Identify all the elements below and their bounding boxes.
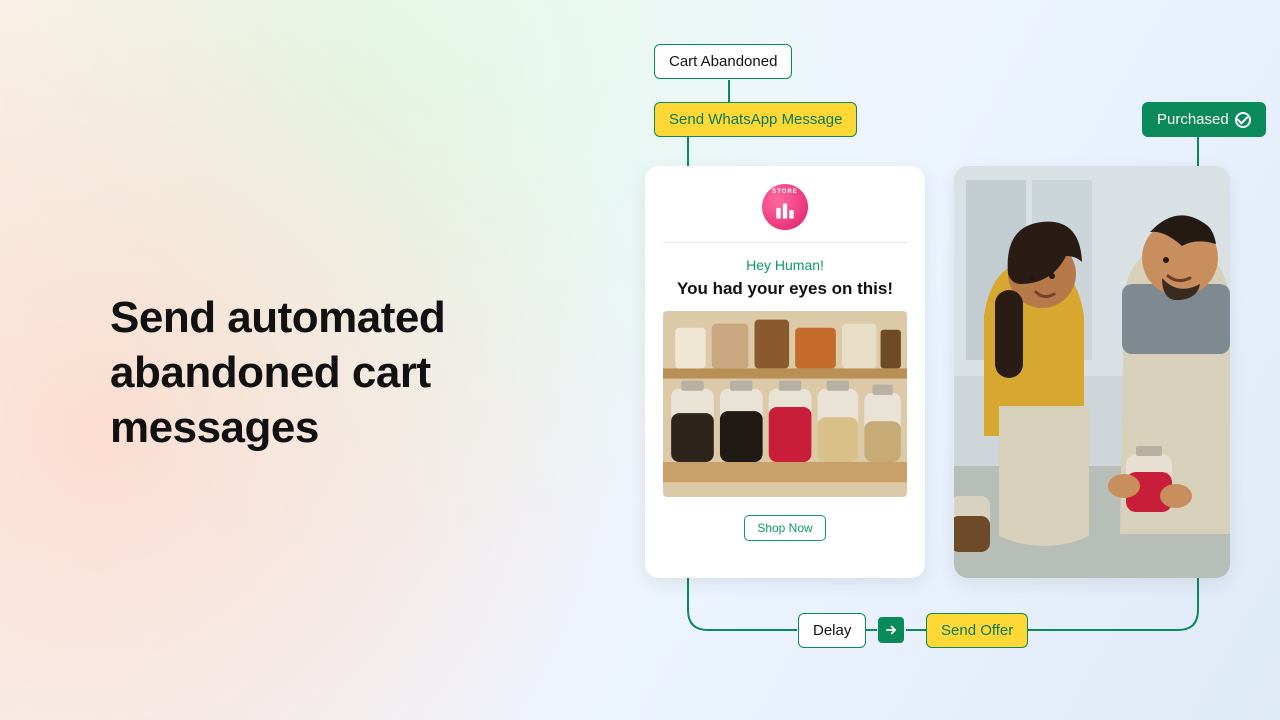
node-label: Delay [813, 622, 851, 639]
node-action-send-offer[interactable]: Send Offer [926, 613, 1028, 648]
store-logo-icon [762, 184, 808, 230]
divider [663, 242, 907, 243]
node-label: Send WhatsApp Message [669, 111, 842, 128]
customer-photo-card [954, 166, 1230, 578]
node-label: Cart Abandoned [669, 53, 777, 70]
node-delay[interactable]: Delay [798, 613, 866, 648]
node-result-purchased[interactable]: Purchased [1142, 102, 1266, 137]
subhead-text: You had your eyes on this! [677, 279, 893, 299]
headline: Send automated abandoned cart messages [110, 290, 580, 455]
arrow-right-icon [878, 617, 904, 643]
node-label: Send Offer [941, 622, 1013, 639]
product-image [663, 311, 907, 497]
node-action-send-whatsapp[interactable]: Send WhatsApp Message [654, 102, 857, 137]
node-trigger-cart-abandoned[interactable]: Cart Abandoned [654, 44, 792, 79]
greeting-text: Hey Human! [746, 257, 824, 273]
marketing-slide: Send automated abandoned cart messages C… [0, 0, 1280, 720]
check-circle-icon [1235, 112, 1251, 128]
node-label: Purchased [1157, 111, 1229, 128]
whatsapp-message-preview-card: Hey Human! You had your eyes on this! [645, 166, 925, 578]
shop-now-button[interactable]: Shop Now [744, 515, 825, 541]
